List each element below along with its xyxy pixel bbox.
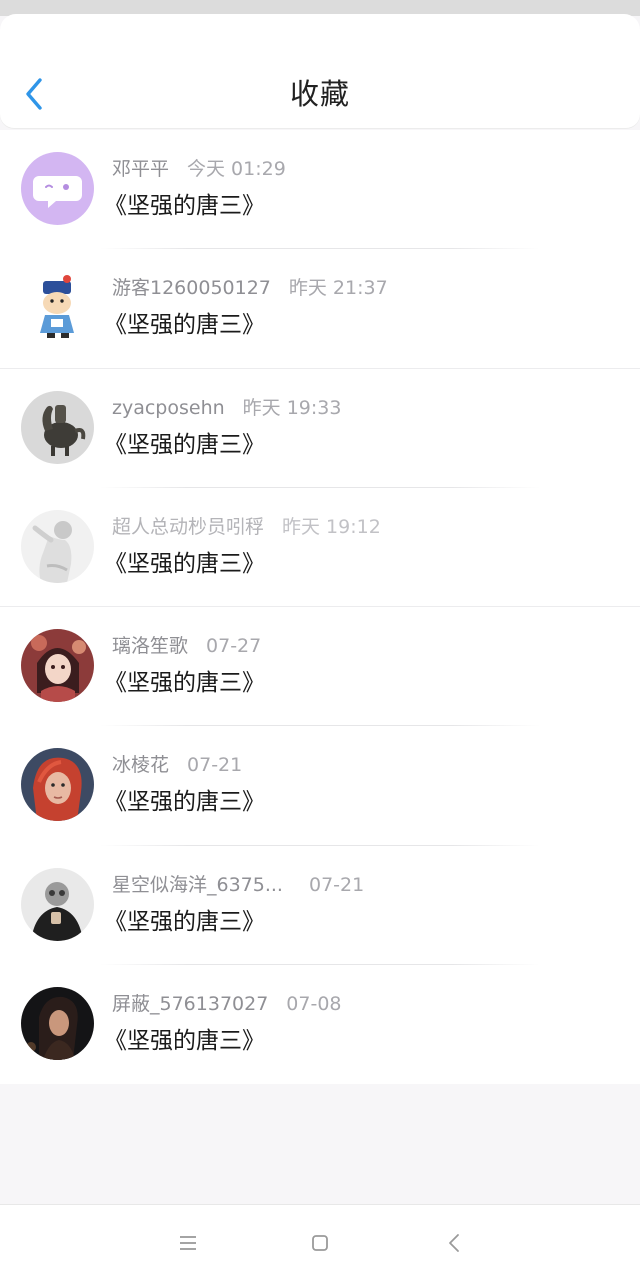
nav-menu-button[interactable] bbox=[174, 1229, 202, 1257]
item-meta: 冰棱花 07-21 bbox=[112, 752, 242, 778]
user-name: zyacposehn bbox=[112, 396, 225, 419]
avatar bbox=[21, 629, 94, 702]
list-item[interactable]: 冰棱花 07-21 《坚强的唐三》 bbox=[0, 726, 640, 846]
home-square-icon bbox=[312, 1235, 328, 1251]
avatar bbox=[21, 509, 94, 583]
item-time: 昨天 19:12 bbox=[282, 515, 381, 538]
list-item[interactable]: 星空似海洋_6375... 07-21 《坚强的唐三》 bbox=[0, 846, 640, 965]
item-content: 《坚强的唐三》 bbox=[104, 193, 265, 219]
page-title: 收藏 bbox=[289, 77, 350, 111]
item-time: 07-21 bbox=[308, 873, 365, 896]
user-name: 邓平平 bbox=[112, 158, 170, 180]
list-item[interactable]: 屏蔽_576137027 07-08 《坚强的唐三》 bbox=[0, 965, 640, 1084]
avatar bbox=[21, 986, 94, 1060]
list-item[interactable]: zyacposehn 昨天 19:33 《坚强的唐三》 bbox=[0, 369, 640, 488]
list-item[interactable]: 游客1260050127 昨天 21:37 《坚强的唐三》 bbox=[0, 249, 640, 369]
item-meta: 屏蔽_576137027 07-08 bbox=[112, 991, 342, 1017]
list-item[interactable]: 璃洛笙歌 07-27 《坚强的唐三》 bbox=[0, 607, 640, 727]
avatar bbox=[21, 867, 94, 941]
menu-icon bbox=[180, 1236, 196, 1250]
item-content: 《坚强的唐三》 bbox=[104, 431, 265, 458]
item-time: 昨天 19:33 bbox=[242, 396, 342, 419]
item-meta: 超人总动杪员吲稃 昨天 19:12 bbox=[112, 514, 381, 540]
user-name: 冰棱花 bbox=[112, 754, 170, 777]
item-time: 07-27 bbox=[206, 635, 262, 657]
avatar bbox=[21, 748, 94, 822]
system-nav-bar bbox=[0, 1204, 640, 1280]
user-name: 屏蔽_576137027 bbox=[112, 992, 269, 1015]
nav-back-button[interactable] bbox=[440, 1229, 468, 1257]
empty-area bbox=[0, 1084, 640, 1204]
item-content: 《坚强的唐三》 bbox=[104, 550, 265, 577]
user-name: 璃洛笙歌 bbox=[112, 635, 189, 657]
list-item[interactable]: 邓平平 今天 01:29 《坚强的唐三》 bbox=[0, 130, 640, 250]
item-meta: 游客1260050127 昨天 21:37 bbox=[112, 275, 388, 301]
user-name: 游客1260050127 bbox=[112, 277, 271, 300]
item-time: 今天 01:29 bbox=[187, 158, 286, 180]
back-triangle-icon bbox=[449, 1234, 459, 1252]
item-content: 《坚强的唐三》 bbox=[104, 789, 265, 816]
item-content: 《坚强的唐三》 bbox=[104, 312, 265, 339]
nav-home-button[interactable] bbox=[306, 1229, 334, 1257]
header-bar: 收藏 bbox=[0, 14, 640, 128]
item-meta: 星空似海洋_6375... 07-21 bbox=[112, 872, 364, 898]
item-meta: zyacposehn 昨天 19:33 bbox=[112, 395, 341, 421]
item-time: 07-08 bbox=[286, 992, 342, 1015]
favorites-screen: 收藏 邓平平 今天 01:29 《坚强的唐三》 游客1260050127 昨天 … bbox=[0, 0, 640, 1280]
user-name: 超人总动杪员吲稃 bbox=[112, 515, 265, 538]
item-content: 《坚强的唐三》 bbox=[104, 908, 265, 935]
favorites-list: 邓平平 今天 01:29 《坚强的唐三》 游客1260050127 昨天 21:… bbox=[0, 130, 640, 1084]
item-time: 07-21 bbox=[187, 754, 243, 777]
item-time: 昨天 21:37 bbox=[288, 277, 388, 300]
item-content: 《坚强的唐三》 bbox=[104, 670, 265, 696]
item-meta: 邓平平 今天 01:29 bbox=[112, 156, 286, 182]
avatar bbox=[21, 390, 94, 464]
item-content: 《坚强的唐三》 bbox=[104, 1027, 265, 1054]
list-item[interactable]: 超人总动杪员吲稃 昨天 19:12 《坚强的唐三》 bbox=[0, 488, 640, 607]
avatar bbox=[21, 152, 94, 225]
avatar bbox=[21, 271, 94, 345]
item-meta: 璃洛笙歌 07-27 bbox=[112, 633, 261, 659]
user-name: 星空似海洋_6375... bbox=[112, 873, 283, 896]
